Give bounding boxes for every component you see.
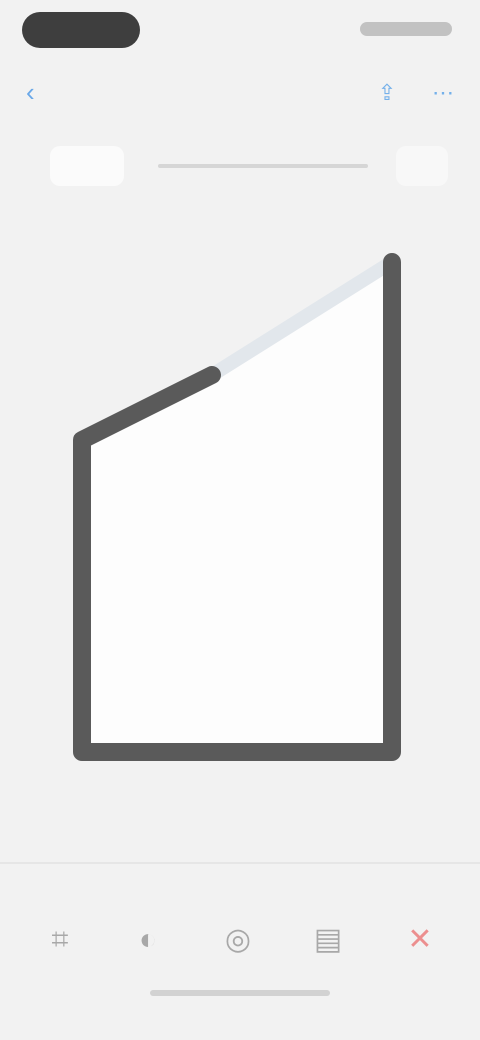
canvas-page — [82, 262, 392, 752]
status-time — [22, 12, 140, 48]
status-icons — [360, 22, 452, 36]
tab-filter[interactable]: ◎ — [208, 902, 268, 992]
tab-adjust[interactable]: ◐ — [118, 902, 178, 992]
more-icon[interactable]: ⋯ — [426, 76, 460, 110]
tool-options-button[interactable] — [396, 146, 448, 186]
bottom-tabbar: ⌗ ◐ ◎ ▤ ✕ — [0, 880, 480, 1020]
brush-preview[interactable] — [50, 146, 124, 186]
brush-size-slider[interactable] — [158, 164, 368, 168]
tab-crop[interactable]: ⌗ — [30, 902, 90, 992]
adjust-icon: ◐ — [138, 923, 158, 956]
status-bar — [0, 0, 480, 62]
tab-layers[interactable]: ▤ — [298, 902, 358, 992]
tabbar-divider — [0, 862, 480, 864]
drawing-canvas[interactable] — [0, 200, 480, 840]
delete-icon: ✕ — [407, 923, 433, 956]
nav-bar: ‹ ⇪ ⋯ — [0, 62, 480, 118]
filter-icon: ◎ — [224, 923, 252, 956]
crop-icon: ⌗ — [51, 923, 69, 956]
tab-delete[interactable]: ✕ — [390, 902, 450, 992]
share-icon[interactable]: ⇪ — [370, 76, 404, 110]
canvas-area[interactable] — [0, 200, 480, 840]
home-indicator[interactable] — [150, 990, 330, 996]
nav-actions: ⇪ ⋯ — [370, 76, 460, 110]
back-arrow-icon[interactable]: ‹ — [26, 78, 76, 106]
layers-icon: ▤ — [313, 923, 343, 956]
canvas-caption — [180, 782, 290, 798]
editor-toolbar — [26, 140, 456, 194]
